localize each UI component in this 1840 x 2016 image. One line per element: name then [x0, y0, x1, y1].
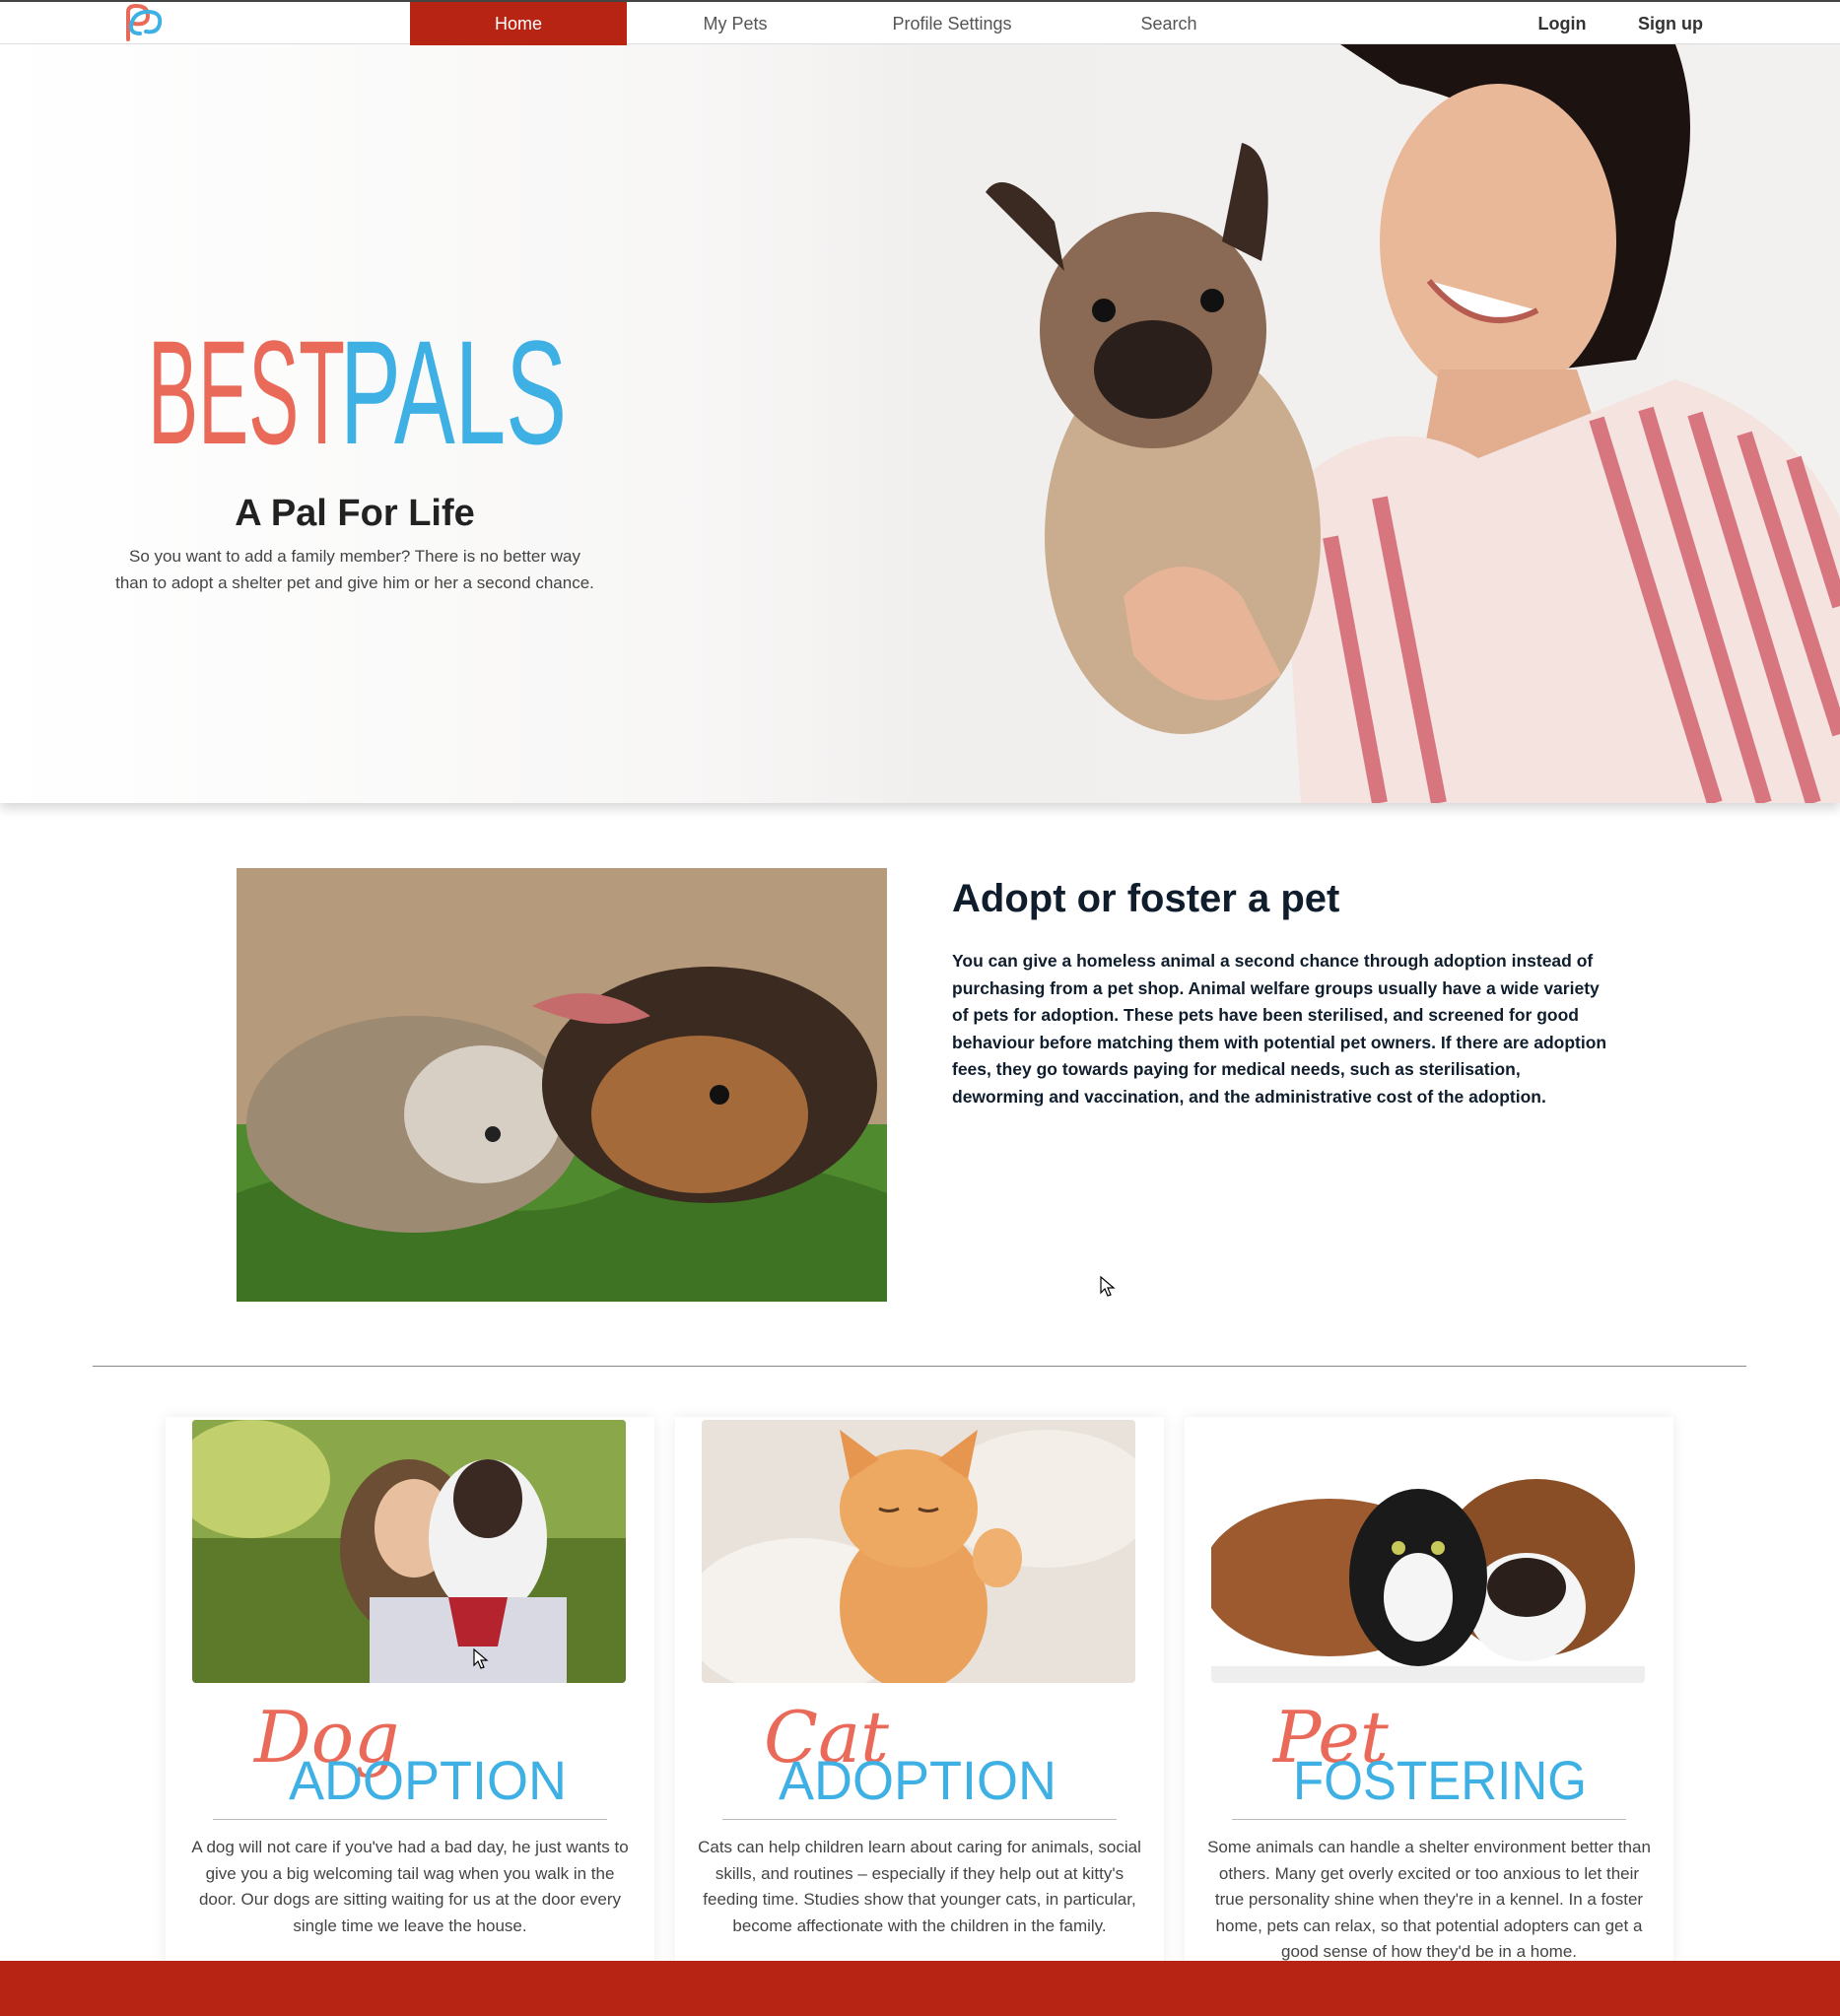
cat-and-dog-on-grass-image	[237, 868, 887, 1302]
hero-tagline: A Pal For Life	[235, 493, 475, 534]
cat-adoption-logo: Cat ADOPTION	[764, 1696, 1056, 1801]
footer-bar	[0, 1961, 1840, 2016]
svg-text:ADOPTION: ADOPTION	[289, 1749, 567, 1801]
pet-fostering-image	[1211, 1420, 1645, 1683]
card-divider	[722, 1819, 1117, 1820]
section-divider	[93, 1366, 1746, 1367]
cat-adoption-text: Cats can help children learn about carin…	[698, 1838, 1141, 1935]
hero-description: So you want to add a family member? Ther…	[115, 547, 594, 592]
nav-home[interactable]: Home	[410, 2, 627, 45]
dog-adoption-logo: Dog ADOPTION	[252, 1696, 567, 1801]
pet-fostering-text: Some animals can handle a shelter enviro…	[1207, 1838, 1651, 1961]
hero-banner: BEST PALS A Pal For Life So you want to …	[0, 44, 1840, 803]
brand-pals-text: PALS	[340, 309, 567, 475]
mouse-cursor-icon	[1100, 1276, 1116, 1297]
nav-search[interactable]: Search	[1060, 2, 1277, 45]
signup-link[interactable]: Sign up	[1626, 2, 1715, 45]
hero-woman-with-puppy-image	[690, 44, 1840, 803]
about-text: You can give a homeless animal a second …	[952, 951, 1607, 1107]
about-title: Adopt or foster a pet	[952, 877, 1340, 920]
pet-fostering-logo: Pet FOSTERING	[1271, 1696, 1587, 1801]
svg-text:ADOPTION: ADOPTION	[779, 1749, 1056, 1801]
dog-adoption-card[interactable]: Dog ADOPTION A dog will not care if you'…	[166, 1417, 654, 1969]
login-link[interactable]: Login	[1518, 2, 1606, 45]
nav-my-pets[interactable]: My Pets	[627, 2, 844, 45]
dog-adoption-text: A dog will not care if you've had a bad …	[191, 1838, 629, 1935]
bestpals-brand-logo: BEST PALS	[148, 309, 567, 475]
pet-fostering-card[interactable]: Pet FOSTERING Some animals can handle a …	[1185, 1417, 1673, 1969]
card-divider	[213, 1819, 607, 1820]
bestpals-logo-icon[interactable]	[118, 4, 168, 45]
cat-adoption-card[interactable]: Cat ADOPTION Cats can help children lear…	[675, 1417, 1164, 1969]
top-navbar: Home My Pets Profile Settings Search Log…	[0, 0, 1840, 45]
dog-adoption-image	[192, 1420, 626, 1683]
brand-best-text: BEST	[148, 309, 345, 475]
svg-text:FOSTERING: FOSTERING	[1293, 1749, 1587, 1801]
nav-profile-settings[interactable]: Profile Settings	[844, 2, 1060, 45]
mouse-cursor-icon	[473, 1648, 489, 1669]
cat-adoption-image	[702, 1420, 1135, 1683]
card-divider	[1232, 1819, 1626, 1820]
